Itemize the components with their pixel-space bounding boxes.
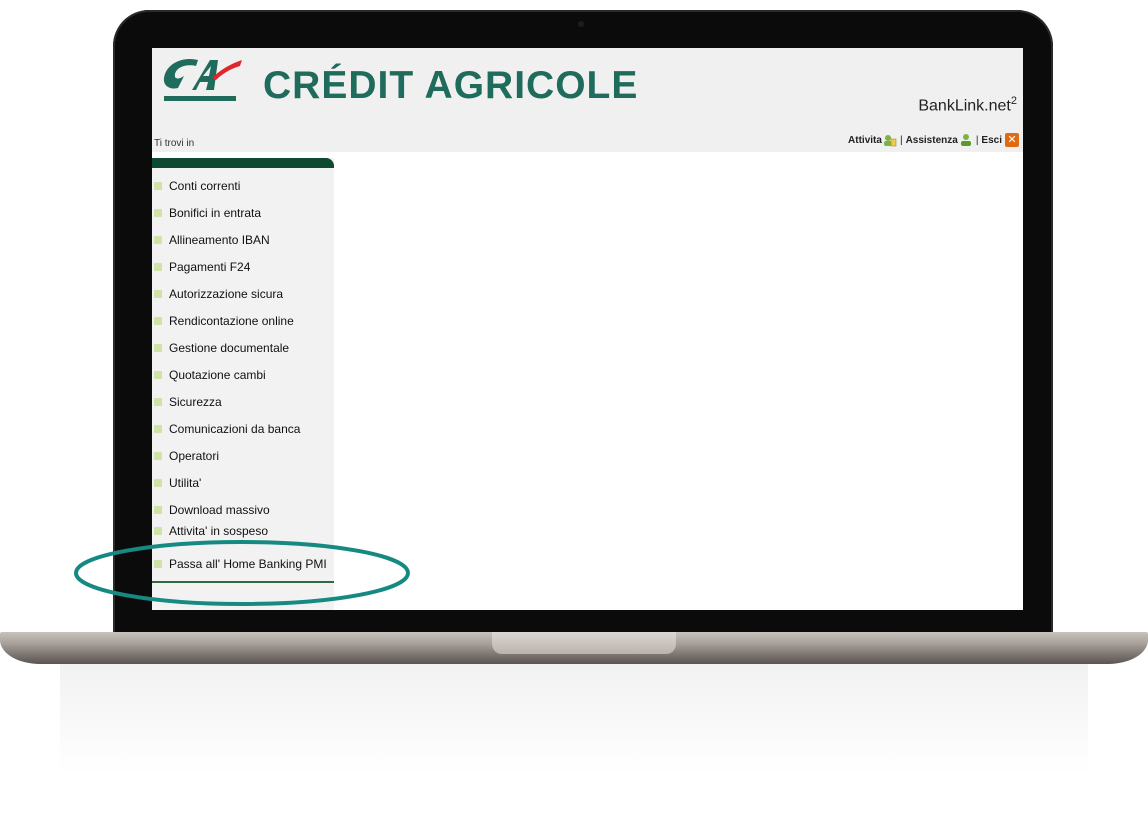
bullet-icon — [154, 208, 162, 217]
menu-list: Conti correnti Bonifici in entrata Allin… — [152, 172, 334, 577]
menu-item-sicurezza[interactable]: Sicurezza — [152, 388, 334, 415]
menu-item-utilita[interactable]: Utilita' — [152, 469, 334, 496]
menu-item-conti-correnti[interactable]: Conti correnti — [152, 172, 334, 199]
menu-item-comunicazioni-da-banca[interactable]: Comunicazioni da banca — [152, 415, 334, 442]
link-separator: | — [975, 134, 979, 146]
activity-link[interactable]: Attivita — [848, 133, 897, 147]
breadcrumb: Ti trovi in — [154, 138, 195, 149]
exit-link-label: Esci — [981, 134, 1002, 146]
sidebar-header-bar — [152, 158, 334, 168]
menu-item-autorizzazione-sicura[interactable]: Autorizzazione sicura — [152, 280, 334, 307]
bullet-icon — [154, 451, 162, 460]
bullet-icon — [154, 316, 162, 325]
product-name: BankLink.net2 — [918, 95, 1017, 115]
exit-link[interactable]: Esci ✕ — [981, 133, 1019, 147]
bullet-icon — [154, 526, 162, 535]
bullet-icon — [154, 370, 162, 379]
top-links: Attivita | Assistenza | Esci ✕ — [848, 133, 1019, 147]
menu-item-gestione-documentale[interactable]: Gestione documentale — [152, 334, 334, 361]
assistance-link-label: Assistenza — [905, 134, 958, 146]
page-header: CRÉDIT AGRICOLE BankLink.net2 Ti trovi i… — [152, 48, 1023, 152]
bullet-icon — [154, 262, 162, 271]
menu-item-label: Operatori — [169, 448, 220, 463]
activity-icon — [883, 135, 897, 147]
brand-name: CRÉDIT AGRICOLE — [263, 64, 639, 107]
bullet-icon — [154, 181, 162, 190]
bullet-icon — [154, 289, 162, 298]
menu-item-bonifici-in-entrata[interactable]: Bonifici in entrata — [152, 199, 334, 226]
bullet-icon — [154, 235, 162, 244]
activity-link-label: Attivita — [848, 134, 882, 146]
bullet-icon — [154, 397, 162, 406]
menu-item-label: Pagamenti F24 — [169, 259, 251, 274]
menu-item-label: Autorizzazione sicura — [169, 286, 284, 301]
menu-item-allineamento-iban[interactable]: Allineamento IBAN — [152, 226, 334, 253]
menu-item-label: Bonifici in entrata — [169, 205, 262, 220]
laptop-reflection — [60, 664, 1088, 774]
menu-item-label: Comunicazioni da banca — [169, 421, 301, 436]
menu-item-label: Allineamento IBAN — [169, 232, 270, 247]
screen: CRÉDIT AGRICOLE BankLink.net2 Ti trovi i… — [152, 48, 1023, 610]
credit-agricole-logo-icon[interactable] — [158, 52, 244, 108]
bullet-icon — [154, 424, 162, 433]
menu-item-download-massivo[interactable]: Download massivo — [152, 496, 334, 523]
menu-item-label: Sicurezza — [169, 394, 222, 409]
link-separator: | — [899, 134, 903, 146]
menu-item-quotazione-cambi[interactable]: Quotazione cambi — [152, 361, 334, 388]
menu-item-operatori[interactable]: Operatori — [152, 442, 334, 469]
product-name-suffix: 2 — [1010, 95, 1017, 107]
menu-item-label: Conti correnti — [169, 178, 241, 193]
menu-item-label: Utilita' — [169, 475, 202, 490]
assistance-icon — [960, 134, 971, 146]
product-name-text: BankLink.net — [918, 97, 1011, 115]
menu-item-label: Download massivo — [169, 502, 270, 517]
menu-item-label: Attivita' in sospeso — [169, 523, 269, 538]
main-content-area — [334, 158, 1023, 610]
menu-item-pagamenti-f24[interactable]: Pagamenti F24 — [152, 253, 334, 280]
laptop-notch — [492, 632, 676, 654]
exit-icon: ✕ — [1005, 133, 1019, 147]
bullet-icon — [154, 505, 162, 514]
highlight-ellipse — [74, 540, 410, 606]
menu-item-label: Quotazione cambi — [169, 367, 266, 382]
bullet-icon — [154, 478, 162, 487]
bullet-icon — [154, 343, 162, 352]
assistance-link[interactable]: Assistenza — [906, 133, 973, 147]
menu-item-rendicontazione-online[interactable]: Rendicontazione online — [152, 307, 334, 334]
menu-item-label: Gestione documentale — [169, 340, 290, 355]
camera-dot — [578, 21, 584, 27]
menu-item-label: Rendicontazione online — [169, 313, 294, 328]
